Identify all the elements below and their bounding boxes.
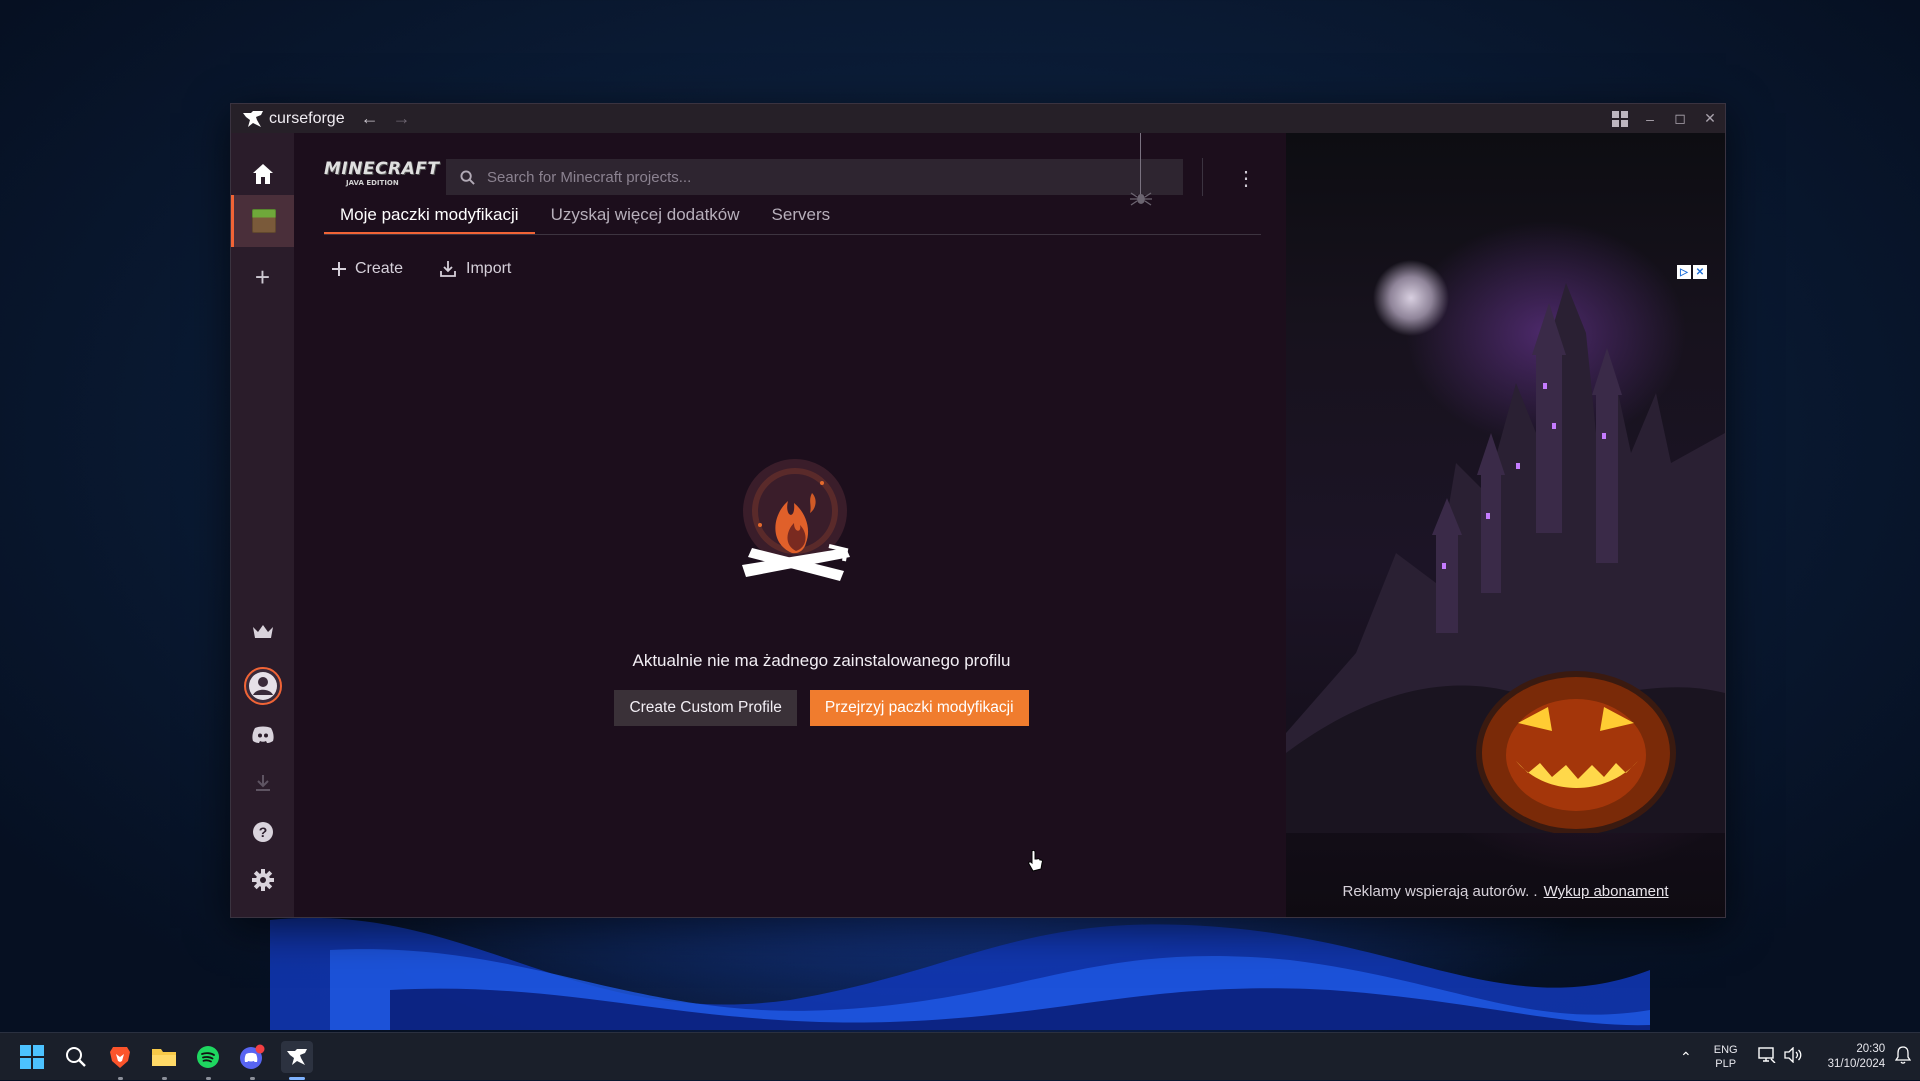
profile-actions: Create Import: [332, 260, 547, 278]
minecraft-java-logo: MINECRAFT JAVA EDITION: [324, 159, 440, 189]
left-sidebar: + ?: [231, 133, 294, 917]
ad-panel[interactable]: ▷ ✕ Reklamy wspierają autorów. . Wykup ab…: [1286, 133, 1725, 917]
minecraft-grass-icon: [252, 209, 276, 233]
home-icon: [252, 164, 273, 184]
browse-modpacks-button[interactable]: Przejrzyj paczki modyfikacji: [809, 690, 1029, 726]
brave-lion-icon: [110, 1047, 130, 1068]
maximize-button[interactable]: ◻: [1665, 104, 1695, 133]
ad-choices-badge[interactable]: ▷ ✕: [1677, 265, 1707, 279]
import-icon: [439, 260, 457, 278]
tab-bar: Moje paczki modyfikacji Uzyskaj więcej d…: [324, 197, 1261, 235]
create-button[interactable]: Create: [332, 260, 403, 278]
help-icon: ?: [252, 822, 273, 842]
taskbar-search-button[interactable]: [60, 1041, 92, 1073]
discord-icon: [240, 1044, 265, 1069]
premium-button[interactable]: [231, 606, 294, 658]
campfire-illustration: [734, 453, 864, 588]
taskbar: ⌃ ENG PLP 20:30 31/10/2024: [0, 1032, 1920, 1080]
game-logo-title: MINECRAFT: [324, 159, 440, 179]
layout-toggle-icon[interactable]: [1605, 104, 1635, 133]
curseforge-logo-icon: [287, 1049, 307, 1065]
add-game-button[interactable]: +: [231, 251, 294, 303]
language-code: ENG: [1713, 1044, 1738, 1056]
import-button[interactable]: Import: [439, 260, 511, 278]
arrow-left-icon[interactable]: ←: [361, 108, 379, 129]
empty-state-actions: Create Custom Profile Przejrzyj paczki m…: [294, 690, 1349, 726]
halloween-castle-ad-image: [1286, 283, 1725, 833]
notifications-bell-icon[interactable]: [1894, 1045, 1912, 1069]
ad-footer-text: Reklamy wspierają autorów. .: [1342, 883, 1538, 900]
settings-button[interactable]: [231, 854, 294, 906]
show-hidden-icons-chevron-icon[interactable]: ⌃: [1680, 1049, 1692, 1066]
keyboard-layout: PLP: [1715, 1058, 1737, 1070]
close-button[interactable]: ✕: [1695, 104, 1725, 133]
create-label: Create: [355, 260, 404, 277]
download-icon: [255, 775, 270, 791]
search-icon: [66, 1047, 86, 1067]
curseforge-window: curseforge ← → – ◻ ✕ + ? MINECRAFT JAVA …: [230, 103, 1726, 918]
spotify-icon: [197, 1046, 219, 1068]
import-label: Import: [466, 260, 512, 277]
wallpaper-swirl: [270, 910, 1650, 1030]
curseforge-logo-icon: [243, 109, 263, 129]
search-bar[interactable]: [446, 159, 1183, 195]
clock-time: 20:30: [1856, 1043, 1886, 1055]
language-indicator[interactable]: ENG PLP: [1714, 1043, 1738, 1071]
clock-date: 31/10/2024: [1827, 1058, 1886, 1070]
arrow-right-icon[interactable]: →: [393, 108, 411, 129]
plus-icon: [332, 262, 346, 276]
subscribe-link[interactable]: Wykup abonament: [1544, 883, 1669, 900]
ad-footer: Reklamy wspierają autorów. . Wykup abonam…: [1286, 883, 1725, 900]
file-explorer-button[interactable]: [148, 1041, 180, 1073]
minecraft-game-button[interactable]: [231, 195, 294, 247]
hand-cursor-icon: [1027, 849, 1043, 877]
tab-servers[interactable]: Servers: [756, 197, 847, 234]
minimize-button[interactable]: –: [1635, 104, 1665, 133]
empty-state-message: Aktualnie nie ma żadnego zainstalowanego…: [632, 651, 1011, 670]
more-options-icon[interactable]: ⋮: [1234, 163, 1258, 193]
tab-get-more-addons[interactable]: Uzyskaj więcej dodatków: [535, 197, 756, 234]
ad-close-icon[interactable]: ✕: [1693, 265, 1707, 279]
title-bar: curseforge ← → – ◻ ✕: [231, 104, 1725, 133]
crown-icon: [252, 625, 273, 638]
create-custom-profile-button[interactable]: Create Custom Profile: [614, 690, 797, 726]
game-logo-subtitle: JAVA EDITION: [346, 179, 399, 187]
network-icon[interactable]: [1757, 1046, 1776, 1068]
spotify-button[interactable]: [192, 1041, 224, 1073]
system-tray: ⌃ ENG PLP 20:30 31/10/2024: [1680, 1033, 1912, 1081]
search-input[interactable]: [485, 167, 1149, 187]
downloads-button[interactable]: [231, 757, 294, 809]
curseforge-taskbar-button[interactable]: [281, 1041, 313, 1073]
tab-my-modpacks[interactable]: Moje paczki modyfikacji: [324, 197, 535, 234]
brave-browser-button[interactable]: [104, 1041, 136, 1073]
app-title: curseforge: [269, 109, 345, 127]
windows-logo-icon: [20, 1045, 44, 1069]
main-content: MINECRAFT JAVA EDITION ⋮ Moje paczki mod…: [294, 133, 1349, 917]
help-button[interactable]: ?: [231, 806, 294, 858]
clock[interactable]: 20:30 31/10/2024: [1828, 1042, 1886, 1072]
profile-button[interactable]: [231, 660, 294, 712]
svg-text:?: ?: [258, 824, 267, 840]
spider-thread-decoration: [1140, 133, 1141, 195]
volume-icon[interactable]: [1783, 1045, 1802, 1068]
avatar-icon: [243, 667, 282, 705]
gear-icon: [251, 869, 274, 891]
ad-info-icon[interactable]: ▷: [1677, 265, 1691, 279]
windows-start-button[interactable]: [16, 1041, 48, 1073]
discord-icon: [251, 726, 274, 743]
folder-icon: [152, 1049, 176, 1066]
discord-button[interactable]: [231, 709, 294, 761]
search-icon: [460, 169, 475, 185]
discord-taskbar-button[interactable]: [236, 1041, 268, 1073]
plus-icon: +: [254, 261, 271, 292]
header-divider: [1202, 158, 1203, 196]
home-button[interactable]: [231, 148, 294, 200]
